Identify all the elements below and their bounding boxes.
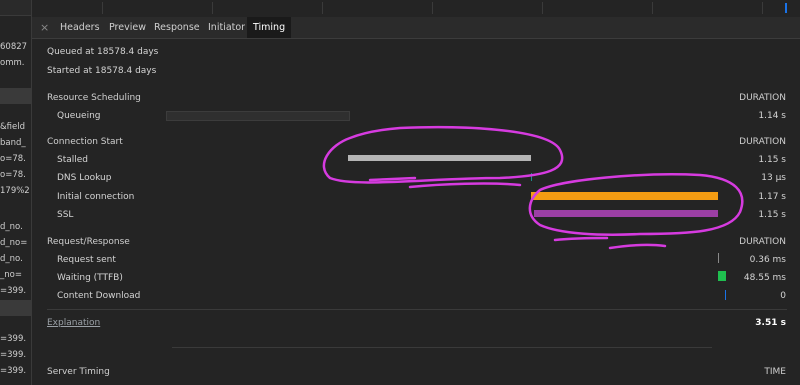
row-label-content-download: Content Download: [57, 291, 141, 301]
request-list-item[interactable]: 60827: [0, 40, 31, 54]
section-divider: [47, 309, 787, 310]
tab-headers[interactable]: Headers: [54, 17, 106, 38]
timing-panel: Queued at 18578.4 days Started at 18578.…: [32, 39, 800, 385]
tab-timing[interactable]: Timing: [247, 17, 292, 38]
request-list-selected-row[interactable]: [0, 88, 31, 104]
detail-tabbar: × Headers Preview Response Initiator Tim…: [32, 17, 800, 39]
request-list-item[interactable]: _no=: [0, 268, 31, 282]
bar-content-download: [725, 290, 726, 300]
grid-tick: [212, 2, 213, 14]
total-duration: 3.51 s: [755, 318, 786, 328]
request-list-item[interactable]: &field: [0, 120, 31, 134]
server-timing-divider: [172, 347, 712, 348]
time-header: TIME: [764, 367, 786, 377]
duration-header: DURATION: [739, 137, 786, 147]
grid-tick: [652, 2, 653, 14]
duration-header: DURATION: [739, 93, 786, 103]
request-list-item[interactable]: =399.: [0, 284, 31, 298]
grid-tick: [542, 2, 543, 14]
row-label-initial-connection: Initial connection: [57, 192, 135, 202]
started-at-text: Started at 18578.4 days: [47, 66, 157, 76]
bar-initial-connection: [531, 192, 718, 200]
bar-dns-lookup: [531, 173, 532, 181]
request-list-item[interactable]: d_no.: [0, 220, 31, 234]
section-title-request-response: Request/Response: [47, 237, 130, 247]
close-icon[interactable]: ×: [40, 21, 49, 34]
row-label-queueing: Queueing: [57, 111, 101, 121]
row-label-ttfb: Waiting (TTFB): [57, 273, 123, 283]
request-list-item[interactable]: =399.: [0, 348, 31, 362]
grid-tick: [322, 2, 323, 14]
duration-request-sent: 0.36 ms: [749, 255, 786, 265]
row-label-ssl: SSL: [57, 210, 74, 220]
duration-ttfb: 48.55 ms: [743, 273, 786, 283]
request-list-item[interactable]: d_no.: [0, 252, 31, 266]
duration-initial-connection: 1.17 s: [758, 192, 786, 202]
row-label-stalled: Stalled: [57, 155, 89, 165]
request-list-item[interactable]: d_no=: [0, 236, 31, 250]
section-title-connection-start: Connection Start: [47, 137, 123, 147]
duration-queueing: 1.14 s: [758, 111, 786, 121]
request-list-header: [0, 0, 31, 16]
waterfall-strip: [32, 0, 800, 16]
tab-preview[interactable]: Preview: [103, 17, 152, 38]
duration-ssl: 1.15 s: [758, 210, 786, 220]
bar-ttfb: [718, 271, 726, 281]
request-list-item[interactable]: =399.: [0, 364, 31, 378]
bar-request-sent: [718, 253, 719, 263]
explanation-link[interactable]: Explanation: [47, 318, 100, 328]
bar-ssl: [534, 210, 718, 217]
request-list-row-gray[interactable]: [0, 300, 31, 316]
tab-initiator[interactable]: Initiator: [202, 17, 251, 38]
request-list-pane: 60827 omm. &field band_ o=78. o=78. 179%…: [0, 0, 32, 385]
request-list-item[interactable]: =399.: [0, 332, 31, 346]
row-label-dns-lookup: DNS Lookup: [57, 173, 112, 183]
grid-tick: [762, 2, 763, 14]
section-title-server-timing: Server Timing: [47, 367, 110, 377]
duration-stalled: 1.15 s: [758, 155, 786, 165]
tab-response[interactable]: Response: [148, 17, 206, 38]
bar-queueing: [166, 111, 350, 121]
waterfall-marker: [785, 3, 787, 13]
request-list-item[interactable]: o=78.: [0, 152, 31, 166]
duration-content-download: 0: [780, 291, 786, 301]
queued-at-text: Queued at 18578.4 days: [47, 47, 159, 57]
bar-stalled: [348, 155, 531, 161]
grid-tick: [432, 2, 433, 14]
section-title-resource-scheduling: Resource Scheduling: [47, 93, 141, 103]
duration-header: DURATION: [739, 237, 786, 247]
grid-tick: [102, 2, 103, 14]
request-list-item[interactable]: 179%2: [0, 184, 31, 198]
duration-dns-lookup: 13 µs: [761, 173, 786, 183]
request-list-item[interactable]: o=78.: [0, 168, 31, 182]
request-list-item[interactable]: band_: [0, 136, 31, 150]
request-list-item[interactable]: omm.: [0, 56, 31, 70]
row-label-request-sent: Request sent: [57, 255, 116, 265]
